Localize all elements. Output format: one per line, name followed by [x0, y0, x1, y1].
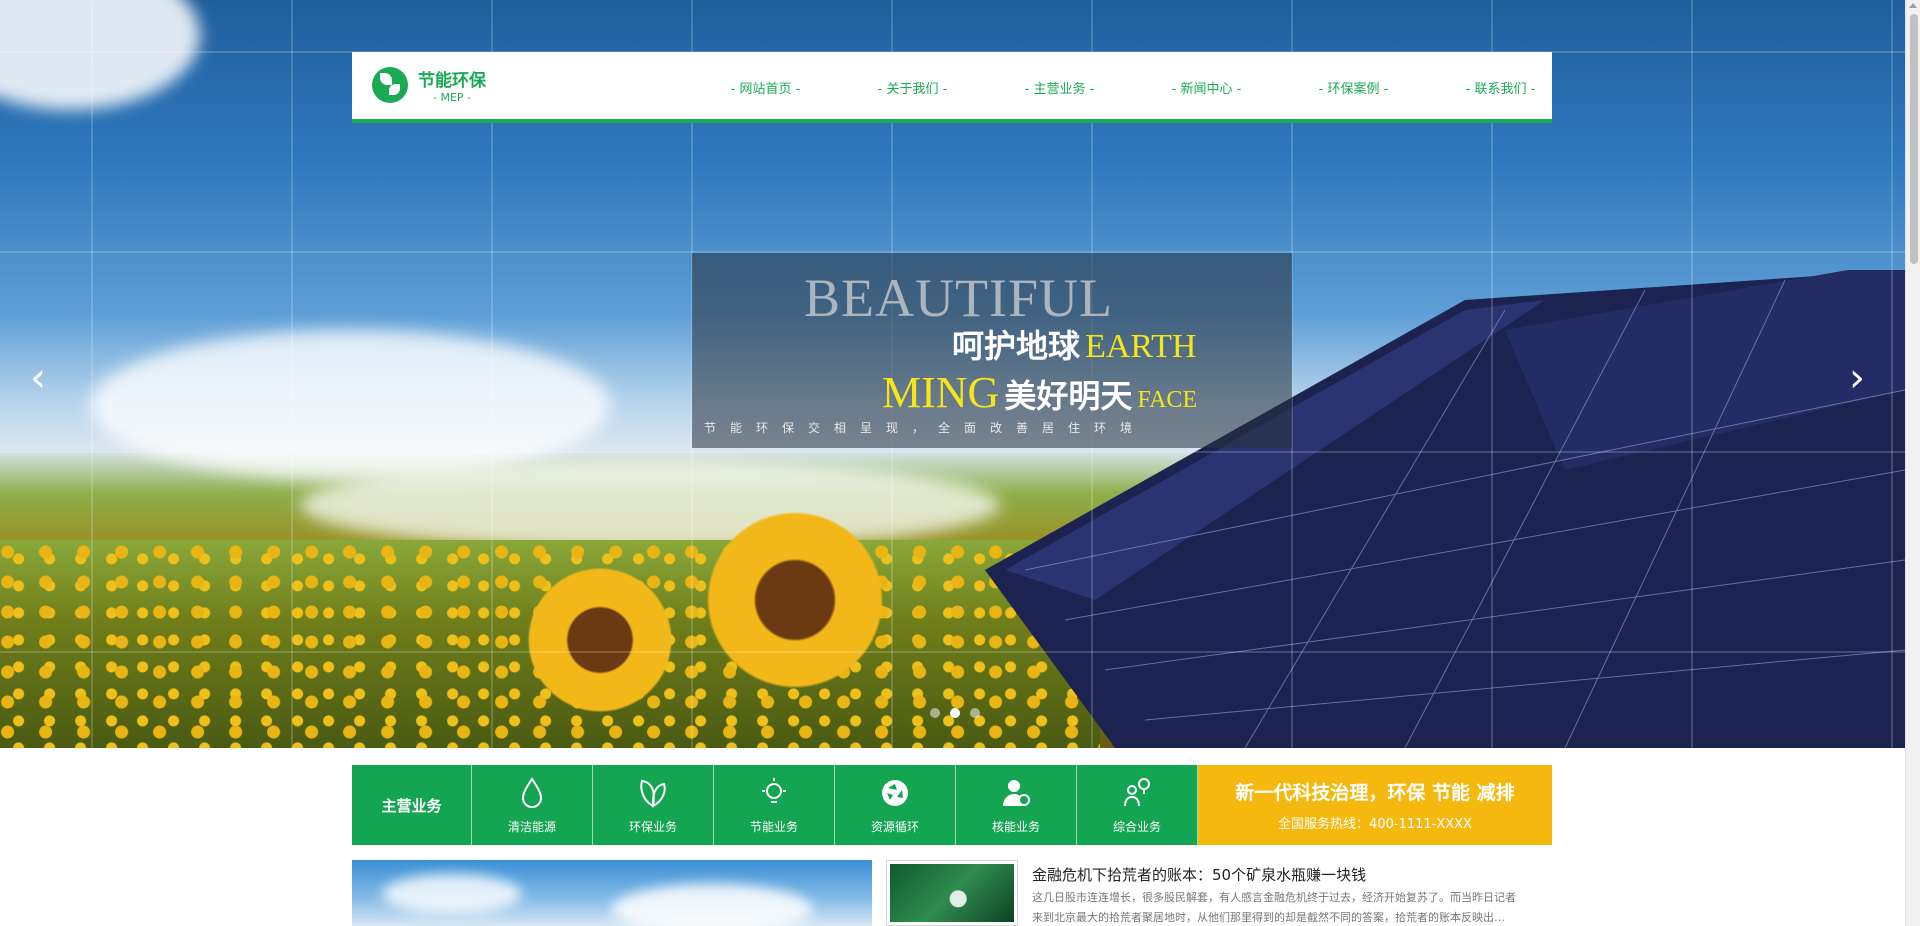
- service-item-clean-energy[interactable]: 清洁能源: [472, 765, 593, 845]
- service-item-energy-saving[interactable]: 节能业务: [714, 765, 835, 845]
- site-header: 节能环保 - MEP - - 网站首页 - - 关于我们 - - 主营业务 - …: [352, 52, 1552, 123]
- service-item-label: 资源循环: [870, 819, 919, 834]
- slide-dot[interactable]: [970, 708, 980, 718]
- slogan-line2-cn: 美好明天: [1004, 377, 1133, 415]
- logo-text: 节能环保 - MEP -: [418, 66, 486, 104]
- nav-item-home[interactable]: - 网站首页 -: [692, 78, 839, 97]
- promo-hotline-box: 新一代科技治理，环保 节能 减排 全国服务热线：400-1111-XXXX: [1198, 765, 1552, 845]
- service-title: 主营业务: [352, 765, 472, 845]
- news-description: 这几日股市连连增长，很多股民解套，有人感言金融危机终于过去，经济开始复苏了。而当…: [1032, 891, 1516, 924]
- slogan-line1-en: EARTH: [1085, 328, 1197, 365]
- slide-dot[interactable]: [950, 708, 960, 718]
- slogan-line-1: 呵护地球 EARTH: [952, 321, 1196, 367]
- scroll-up-arrow-icon[interactable]: [1909, 3, 1917, 8]
- logo-subtitle: - MEP -: [432, 91, 471, 104]
- person-check-icon: [1003, 779, 1030, 806]
- page-scrollbar[interactable]: [1905, 0, 1920, 926]
- nav-item-cases[interactable]: - 环保案例 -: [1280, 78, 1427, 97]
- slogan-line2-en-small: FACE: [1137, 387, 1198, 413]
- water-drop-icon: [521, 776, 543, 808]
- service-item-label: 环保业务: [628, 819, 677, 834]
- nav-item-contact[interactable]: - 联系我们 -: [1427, 78, 1574, 97]
- light-bulb-icon: [762, 777, 786, 803]
- promo-phone: 全国服务热线：400-1111-XXXX: [1278, 817, 1472, 832]
- site-logo[interactable]: 节能环保 - MEP -: [372, 66, 486, 104]
- slogan-beautiful-text: BEAUTIFUL: [804, 268, 1113, 328]
- hero-slogan-box: BEAUTIFUL 呵护地球 EARTH MING 美好明天 FACE 节能环保…: [692, 253, 1292, 448]
- service-item-integrated[interactable]: 综合业务: [1077, 765, 1198, 845]
- service-item-label: 综合业务: [1112, 819, 1161, 834]
- nav-item-business[interactable]: - 主营业务 -: [986, 78, 1133, 97]
- slogan-line2-en: MING: [882, 368, 1000, 417]
- main-nav: - 网站首页 - - 关于我们 - - 主营业务 - - 新闻中心 - - 环保…: [692, 78, 1574, 97]
- service-item-label: 核能业务: [991, 819, 1040, 834]
- service-item-label: 清洁能源: [507, 819, 556, 834]
- slogan-line1-cn: 呵护地球: [952, 327, 1081, 365]
- next-slide-arrow[interactable]: ›: [1849, 358, 1865, 398]
- service-bar: 主营业务 清洁能源 环保业务 节能业务 资源循环 核能业务 综合业务 新一代科技…: [352, 765, 1552, 845]
- slide-dot[interactable]: [930, 708, 940, 718]
- nav-item-about[interactable]: - 关于我们 -: [839, 78, 986, 97]
- slide-indicator: [930, 708, 980, 718]
- slogan-line-2: MING 美好明天 FACE: [882, 367, 1197, 418]
- scrollbar-thumb[interactable]: [1910, 14, 1918, 264]
- recycle-icon: [882, 779, 908, 806]
- leaf-icon: [640, 779, 666, 808]
- about-image[interactable]: [352, 860, 872, 926]
- service-item-recycle[interactable]: 资源循环: [835, 765, 956, 845]
- nav-item-news[interactable]: - 新闻中心 -: [1133, 78, 1280, 97]
- logo-title: 节能环保: [418, 71, 486, 91]
- prev-slide-arrow[interactable]: ‹: [30, 358, 46, 398]
- service-item-env[interactable]: 环保业务: [593, 765, 714, 845]
- slogan-subtitle: 节能环保交相呈现，全面改善居住环境: [704, 421, 1147, 435]
- news-title-link[interactable]: 金融危机下拾荒者的账本：50个矿泉水瓶赚一块钱: [1032, 864, 1366, 885]
- person-idea-icon: [1124, 777, 1150, 806]
- service-item-nuclear[interactable]: 核能业务: [956, 765, 1077, 845]
- promo-title: 新一代科技治理，环保 节能 减排: [1235, 782, 1515, 804]
- news-thumbnail[interactable]: [886, 860, 1018, 926]
- service-item-label: 节能业务: [749, 819, 798, 834]
- leaf-logo-icon: [372, 67, 408, 103]
